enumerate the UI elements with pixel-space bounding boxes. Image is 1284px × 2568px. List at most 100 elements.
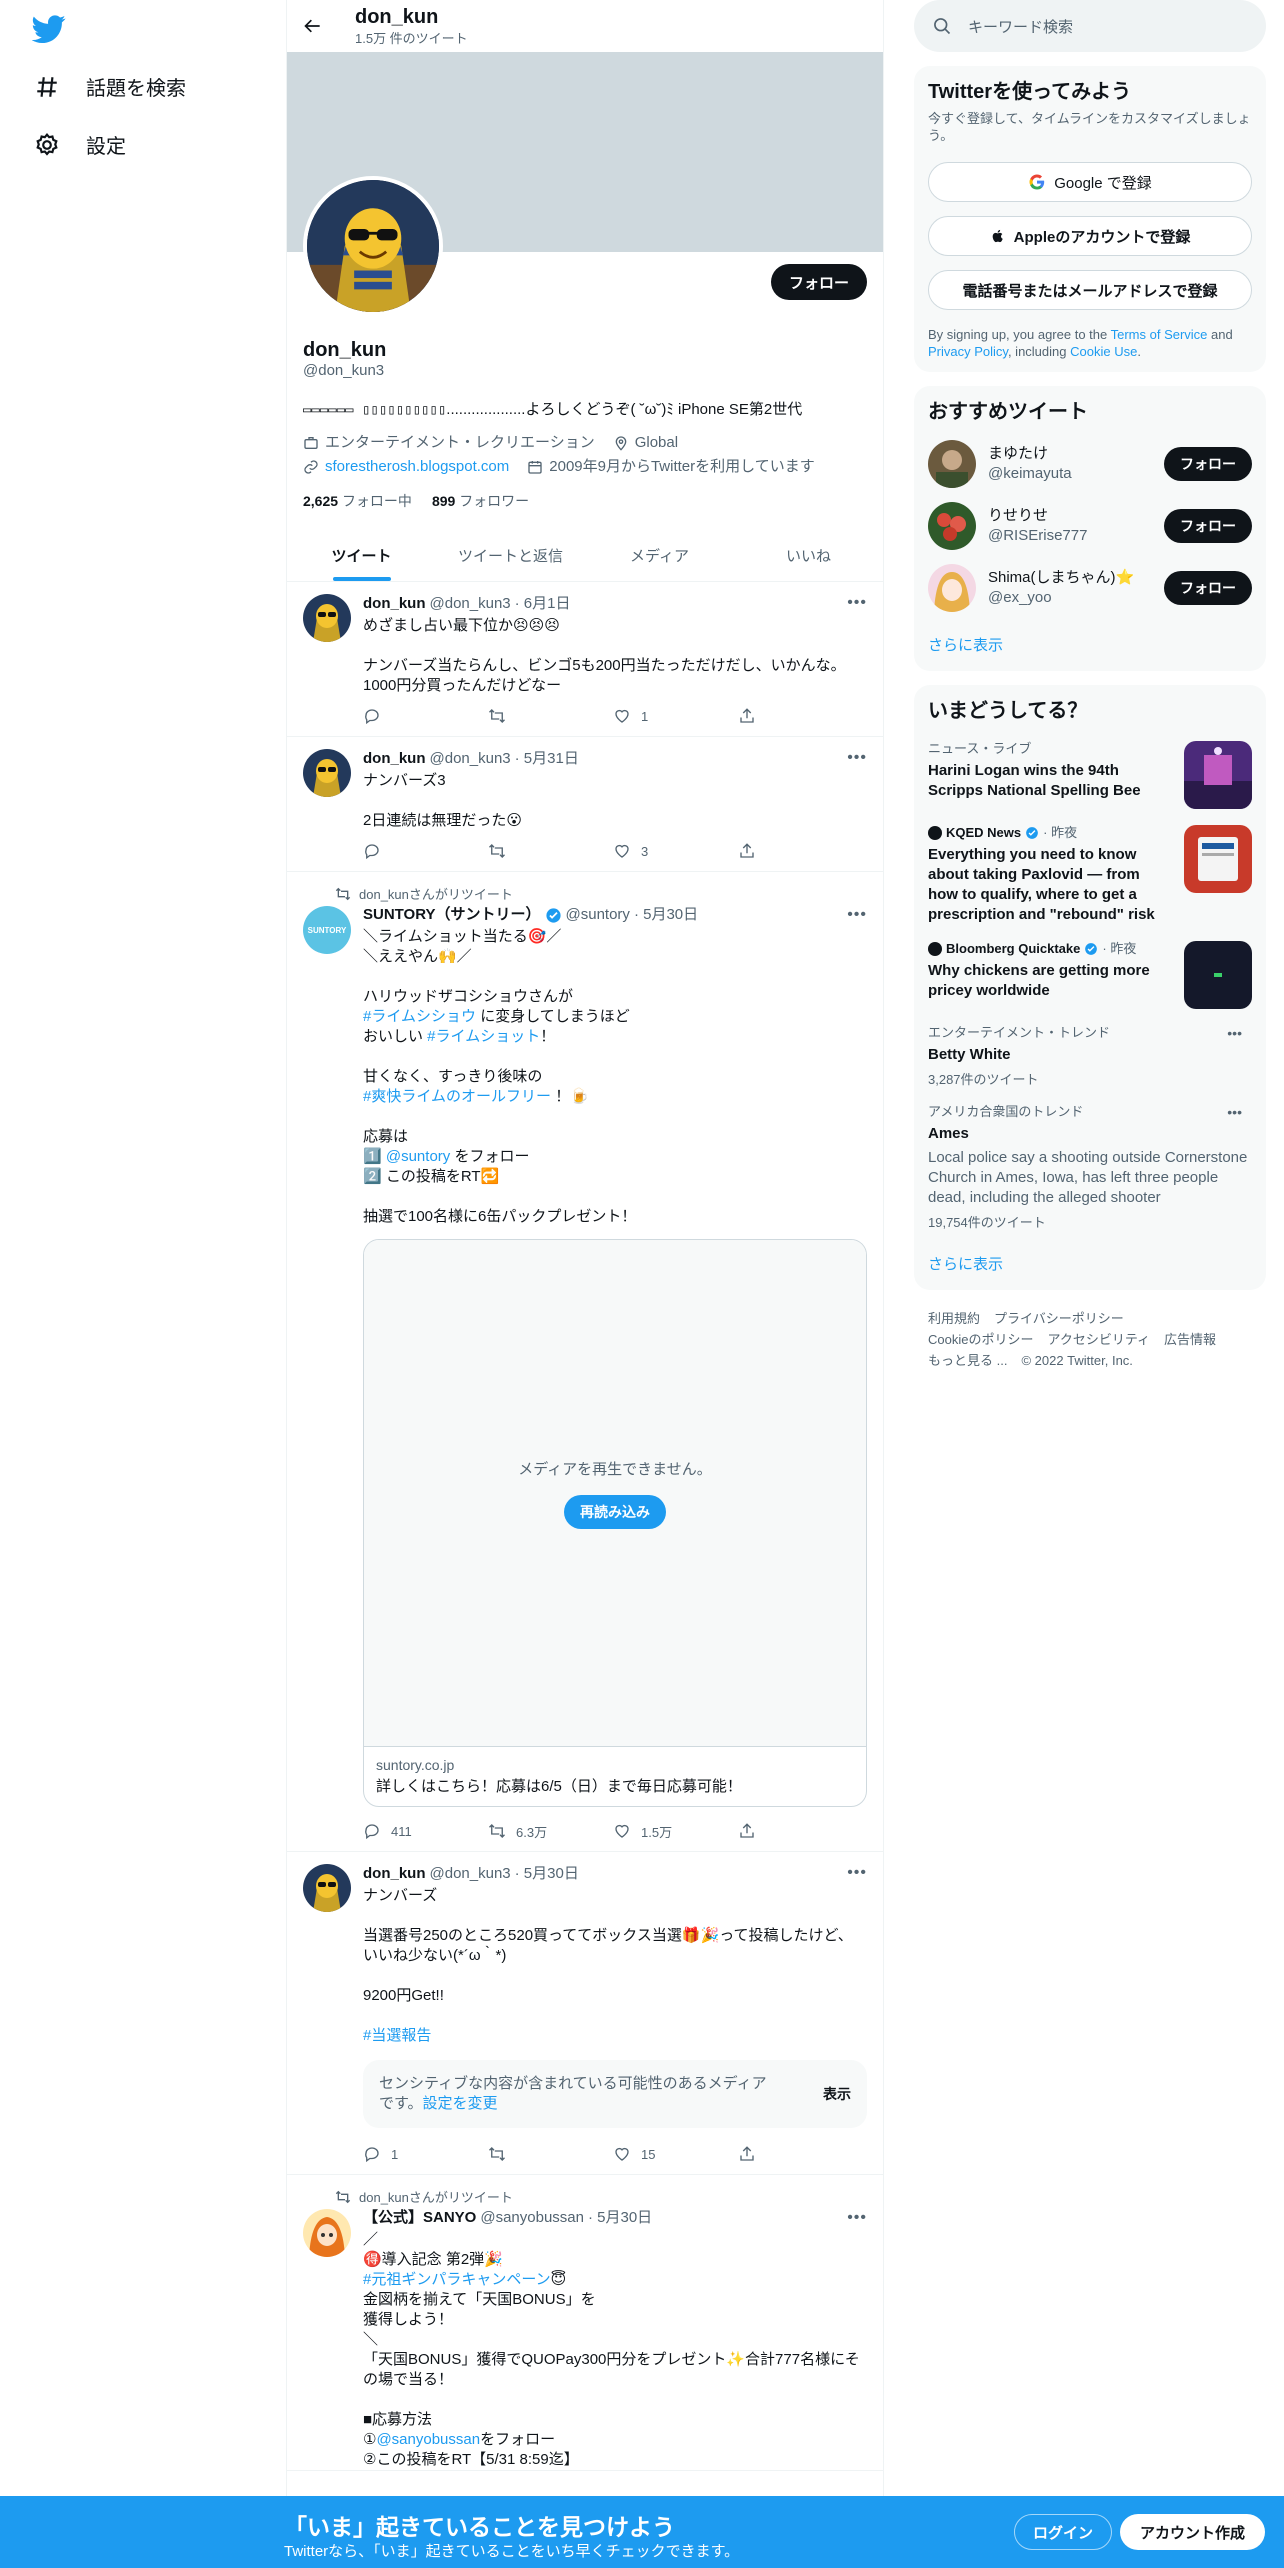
suggested-user-avatar[interactable] xyxy=(928,564,976,612)
follow-suggested-button[interactable]: フォロー xyxy=(1164,509,1252,543)
suggested-user[interactable]: まゆたけ @keimayuta フォロー xyxy=(928,440,1252,488)
retweet-button[interactable] xyxy=(488,842,613,860)
tab-tweets-replies[interactable]: ツイートと返信 xyxy=(436,529,585,581)
trend-more-icon[interactable]: ••• xyxy=(1227,1104,1242,1120)
like-button[interactable]: 1.5万 xyxy=(613,1822,738,1841)
more-icon[interactable]: ••• xyxy=(847,2209,867,2227)
footer-cookie-link[interactable]: Cookieのポリシー xyxy=(928,1332,1033,1347)
cookie-link[interactable]: Cookie Use xyxy=(1070,344,1137,359)
retweet-by-text[interactable]: don_kunさんがリツイート xyxy=(359,2187,513,2206)
show-media-button[interactable]: 表示 xyxy=(823,2084,851,2104)
more-icon[interactable]: ••• xyxy=(847,749,867,767)
retweet-button[interactable] xyxy=(488,2145,613,2163)
mention-link[interactable]: @sanyobussan xyxy=(376,2431,480,2448)
tweet[interactable]: don_kunさんがリツイート SUNTORY SUNTORY（サントリー） @… xyxy=(287,872,883,1852)
create-account-button[interactable]: アカウント作成 xyxy=(1120,2514,1266,2550)
trend-item[interactable]: アメリカ合衆国のトレンド Ames Local police say a sho… xyxy=(928,1104,1252,1231)
tweet-avatar[interactable] xyxy=(303,749,351,797)
trend-item[interactable]: ニュース・ライブ Harini Logan wins the 94th Scri… xyxy=(928,741,1252,809)
reload-button[interactable]: 再読み込み xyxy=(564,1494,666,1529)
tweet-author-name[interactable]: don_kun xyxy=(363,594,426,614)
share-button[interactable] xyxy=(738,842,863,860)
hashtag-link[interactable]: #ライムショット xyxy=(427,1028,540,1045)
more-icon[interactable]: ••• xyxy=(847,906,867,924)
footer-more-link[interactable]: もっと見る ... xyxy=(928,1353,1007,1368)
more-icon[interactable]: ••• xyxy=(847,594,867,612)
tweet-avatar[interactable] xyxy=(303,594,351,642)
trend-item[interactable]: エンターテイメント・トレンド Betty White 3,287件のツイート •… xyxy=(928,1025,1252,1088)
who-to-follow-show-more[interactable]: さらに表示 xyxy=(928,634,1252,659)
retweet-button[interactable] xyxy=(488,707,613,725)
footer-accessibility-link[interactable]: アクセシビリティ xyxy=(1047,1332,1150,1347)
tweet[interactable]: don_kunさんがリツイート 【公式】SANYO @sanyobussan ·… xyxy=(287,2175,883,2471)
tweet-avatar[interactable] xyxy=(303,1864,351,1912)
share-button[interactable] xyxy=(738,1822,863,1840)
tab-tweets[interactable]: ツイート xyxy=(287,529,436,581)
reply-button[interactable] xyxy=(363,707,488,725)
following-count[interactable]: 2,625 フォロー中 xyxy=(303,491,412,511)
video-player[interactable]: メディアを再生できません。 再読み込み xyxy=(364,1240,866,1746)
search-box[interactable]: キーワード検索 xyxy=(914,0,1266,52)
hashtag-link[interactable]: #当選報告 xyxy=(363,2027,431,2044)
mention-link[interactable]: @suntory xyxy=(386,1148,450,1165)
hashtag-link[interactable]: #ライムシショウ xyxy=(363,1008,476,1025)
tweet-date[interactable]: · 6月1日 xyxy=(515,594,571,614)
tab-likes[interactable]: いいね xyxy=(734,529,883,581)
reply-button[interactable] xyxy=(363,842,488,860)
tweet[interactable]: don_kun @don_kun3 · 6月1日 ••• めざまし占い最下位か😣… xyxy=(287,582,883,737)
search-input[interactable]: キーワード検索 xyxy=(968,16,1073,37)
follow-suggested-button[interactable]: フォロー xyxy=(1164,447,1252,481)
profile-website[interactable]: sforestherosh.blogspot.com xyxy=(303,457,509,477)
retweet-button[interactable]: 6.3万 xyxy=(488,1822,613,1841)
share-button[interactable] xyxy=(738,707,863,725)
more-icon[interactable]: ••• xyxy=(847,1864,867,1882)
trend-item[interactable]: KQED News · 昨夜 Everything you need to kno… xyxy=(928,825,1252,925)
suggested-user-avatar[interactable] xyxy=(928,502,976,550)
twitter-logo-icon[interactable] xyxy=(32,12,66,46)
tweet-date[interactable]: · 5月31日 xyxy=(515,749,579,769)
reply-button[interactable]: 1 xyxy=(363,2145,488,2163)
profile-website-link[interactable]: sforestherosh.blogspot.com xyxy=(325,457,509,477)
share-button[interactable] xyxy=(738,2145,863,2163)
footer-ads-link[interactable]: 広告情報 xyxy=(1164,1332,1216,1347)
like-button[interactable]: 1 xyxy=(613,707,738,725)
suggested-user[interactable]: Shima(しまちゃん)⭐ @ex_yoo フォロー xyxy=(928,564,1252,612)
phone-email-signup-button[interactable]: 電話番号またはメールアドレスで登録 xyxy=(928,270,1252,310)
trend-more-icon[interactable]: ••• xyxy=(1227,1025,1242,1041)
tweet-author-name[interactable]: 【公式】SANYO xyxy=(363,2208,476,2228)
tweet[interactable]: don_kun @don_kun3 · 5月31日 ••• ナンバーズ3 2日連… xyxy=(287,737,883,872)
tweet-author-name[interactable]: SUNTORY（サントリー） xyxy=(363,905,541,925)
suggested-user-avatar[interactable] xyxy=(928,440,976,488)
like-button[interactable]: 3 xyxy=(613,842,738,860)
tweet-date[interactable]: · 5月30日 xyxy=(588,2208,652,2228)
like-button[interactable]: 15 xyxy=(613,2145,738,2163)
tab-media[interactable]: メディア xyxy=(585,529,734,581)
footer-privacy-link[interactable]: プライバシーポリシー xyxy=(994,1311,1124,1326)
tweet-author-name[interactable]: don_kun xyxy=(363,749,426,769)
back-arrow-icon[interactable] xyxy=(301,14,325,38)
followers-count[interactable]: 899 フォロワー xyxy=(432,491,529,511)
footer-terms-link[interactable]: 利用規約 xyxy=(928,1311,980,1326)
hashtag-link[interactable]: #爽快ライムのオールフリー xyxy=(363,1088,551,1105)
suggested-user[interactable]: りせりせ @RISErise777 フォロー xyxy=(928,502,1252,550)
tweet-date[interactable]: · 5月30日 xyxy=(634,905,698,925)
tweet[interactable]: don_kun @don_kun3 · 5月30日 ••• ナンバーズ 当選番号… xyxy=(287,1852,883,2175)
reply-button[interactable]: 411 xyxy=(363,1822,488,1840)
tweet-avatar[interactable]: SUNTORY xyxy=(303,906,351,954)
profile-avatar[interactable] xyxy=(303,176,443,316)
privacy-link[interactable]: Privacy Policy xyxy=(928,344,1008,359)
hashtag-link[interactable]: #元祖ギンパラキャンペーン xyxy=(363,2271,551,2288)
nav-explore[interactable]: 話題を検索 xyxy=(34,72,186,101)
retweet-by-text[interactable]: don_kunさんがリツイート xyxy=(359,884,513,903)
nav-settings[interactable]: 設定 xyxy=(34,130,126,159)
link-card[interactable]: suntory.co.jp 詳しくはこちら！応募は6/5（日）まで毎日応募可能！ xyxy=(364,1746,866,1806)
terms-link[interactable]: Terms of Service xyxy=(1111,327,1208,342)
follow-button[interactable]: フォロー xyxy=(770,264,867,300)
tweet-avatar[interactable] xyxy=(303,2209,351,2257)
login-button[interactable]: ログイン xyxy=(1014,2514,1113,2550)
apple-signup-button[interactable]: Appleのアカウントで登録 xyxy=(928,216,1252,256)
tweet-author-name[interactable]: don_kun xyxy=(363,1864,426,1884)
change-settings-link[interactable]: 設定を変更 xyxy=(423,2095,498,2112)
trends-show-more[interactable]: さらに表示 xyxy=(928,1253,1252,1278)
tweet-media[interactable]: メディアを再生できません。 再読み込み suntory.co.jp 詳しくはこち… xyxy=(363,1239,867,1807)
